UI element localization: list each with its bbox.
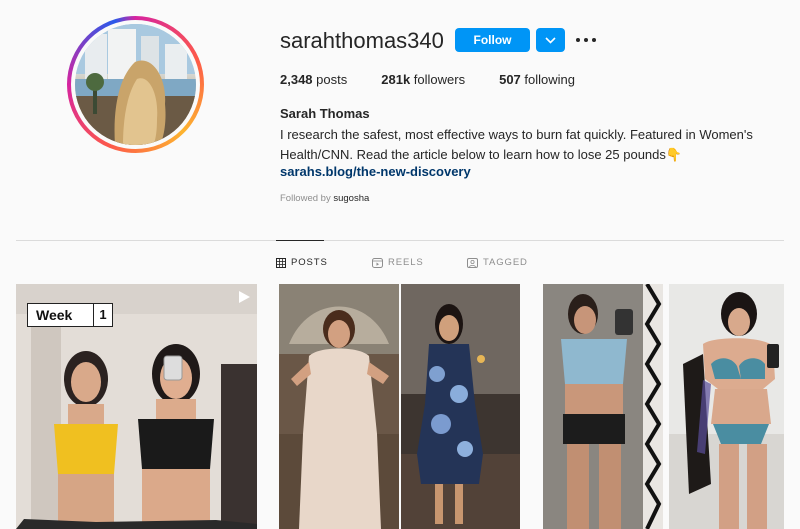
post-thumbnail[interactable] xyxy=(543,284,784,529)
post-image xyxy=(279,284,520,529)
avatar[interactable] xyxy=(75,24,196,145)
following-stat[interactable]: 507 following xyxy=(499,72,575,87)
tagged-icon xyxy=(467,257,478,268)
followers-stat[interactable]: 281k followers xyxy=(381,72,465,87)
tab-reels[interactable]: REELS xyxy=(372,257,424,268)
tab-reels-label: REELS xyxy=(388,257,424,268)
suggested-accounts-button[interactable] xyxy=(536,28,565,52)
tabs-divider xyxy=(16,240,784,241)
play-icon xyxy=(239,291,250,303)
story-ring[interactable] xyxy=(67,16,204,153)
followers-label: followers xyxy=(413,72,466,87)
followed-by-user[interactable]: sugosha xyxy=(333,193,369,204)
bio-line-1: I research the safest, most effective wa… xyxy=(280,127,753,142)
tab-posts-label: POSTS xyxy=(291,257,328,268)
followed-by-prefix: Followed by xyxy=(280,193,334,204)
posts-count: 2,348 xyxy=(280,72,313,87)
followed-by[interactable]: Followed by sugosha xyxy=(280,193,369,204)
tab-tagged-label: TAGGED xyxy=(483,257,528,268)
more-options-icon[interactable] xyxy=(575,34,597,46)
post-thumbnail[interactable] xyxy=(279,284,520,529)
following-label: following xyxy=(524,72,576,87)
post-image xyxy=(543,284,784,529)
avatar-border xyxy=(71,20,200,149)
reels-icon xyxy=(372,257,383,268)
followers-count: 281k xyxy=(381,72,411,87)
post-thumbnail[interactable]: Week 1 xyxy=(16,284,257,529)
bio-line-2: Health/CNN. Read the article below to le… xyxy=(280,147,683,162)
posts-label: posts xyxy=(316,72,348,87)
posts-stat: 2,348 posts xyxy=(280,72,347,87)
chevron-down-icon xyxy=(545,37,556,44)
follow-button[interactable]: Follow xyxy=(455,28,530,52)
profile-stats: 2,348 posts 281k followers 507 following xyxy=(280,72,609,87)
bio-link[interactable]: sarahs.blog/the-new-discovery xyxy=(280,164,471,179)
week-overlay-label: Week xyxy=(27,303,97,327)
week-overlay-number: 1 xyxy=(93,303,113,327)
following-count: 507 xyxy=(499,72,521,87)
active-tab-indicator xyxy=(276,240,324,241)
tab-tagged[interactable]: TAGGED xyxy=(467,257,528,268)
tab-posts[interactable]: POSTS xyxy=(276,257,328,268)
grid-icon xyxy=(276,257,286,268)
bio: I research the safest, most effective wa… xyxy=(280,125,780,165)
username: sarahthomas340 xyxy=(280,28,444,53)
full-name: Sarah Thomas xyxy=(280,106,370,121)
